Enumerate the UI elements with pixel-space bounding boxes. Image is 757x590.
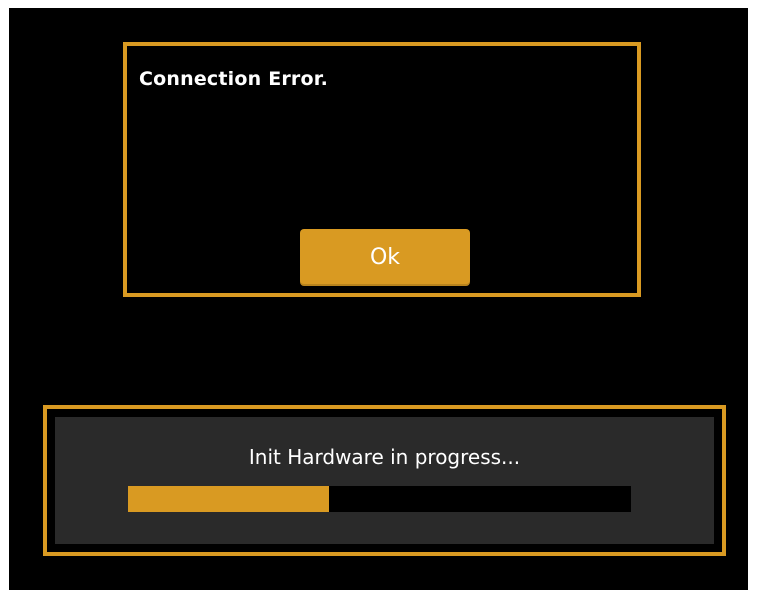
progress-bar [128,486,631,512]
error-dialog: Connection Error. Ok [123,42,641,297]
device-screen: Connection Error. Ok Init Hardware in pr… [9,8,748,590]
progress-panel: Init Hardware in progress... [43,405,726,556]
progress-status-text: Init Hardware in progress... [248,445,521,469]
progress-panel-body: Init Hardware in progress... [55,417,714,544]
ok-button[interactable]: Ok [300,229,470,286]
progress-bar-fill [128,486,330,512]
error-message: Connection Error. [139,68,329,90]
